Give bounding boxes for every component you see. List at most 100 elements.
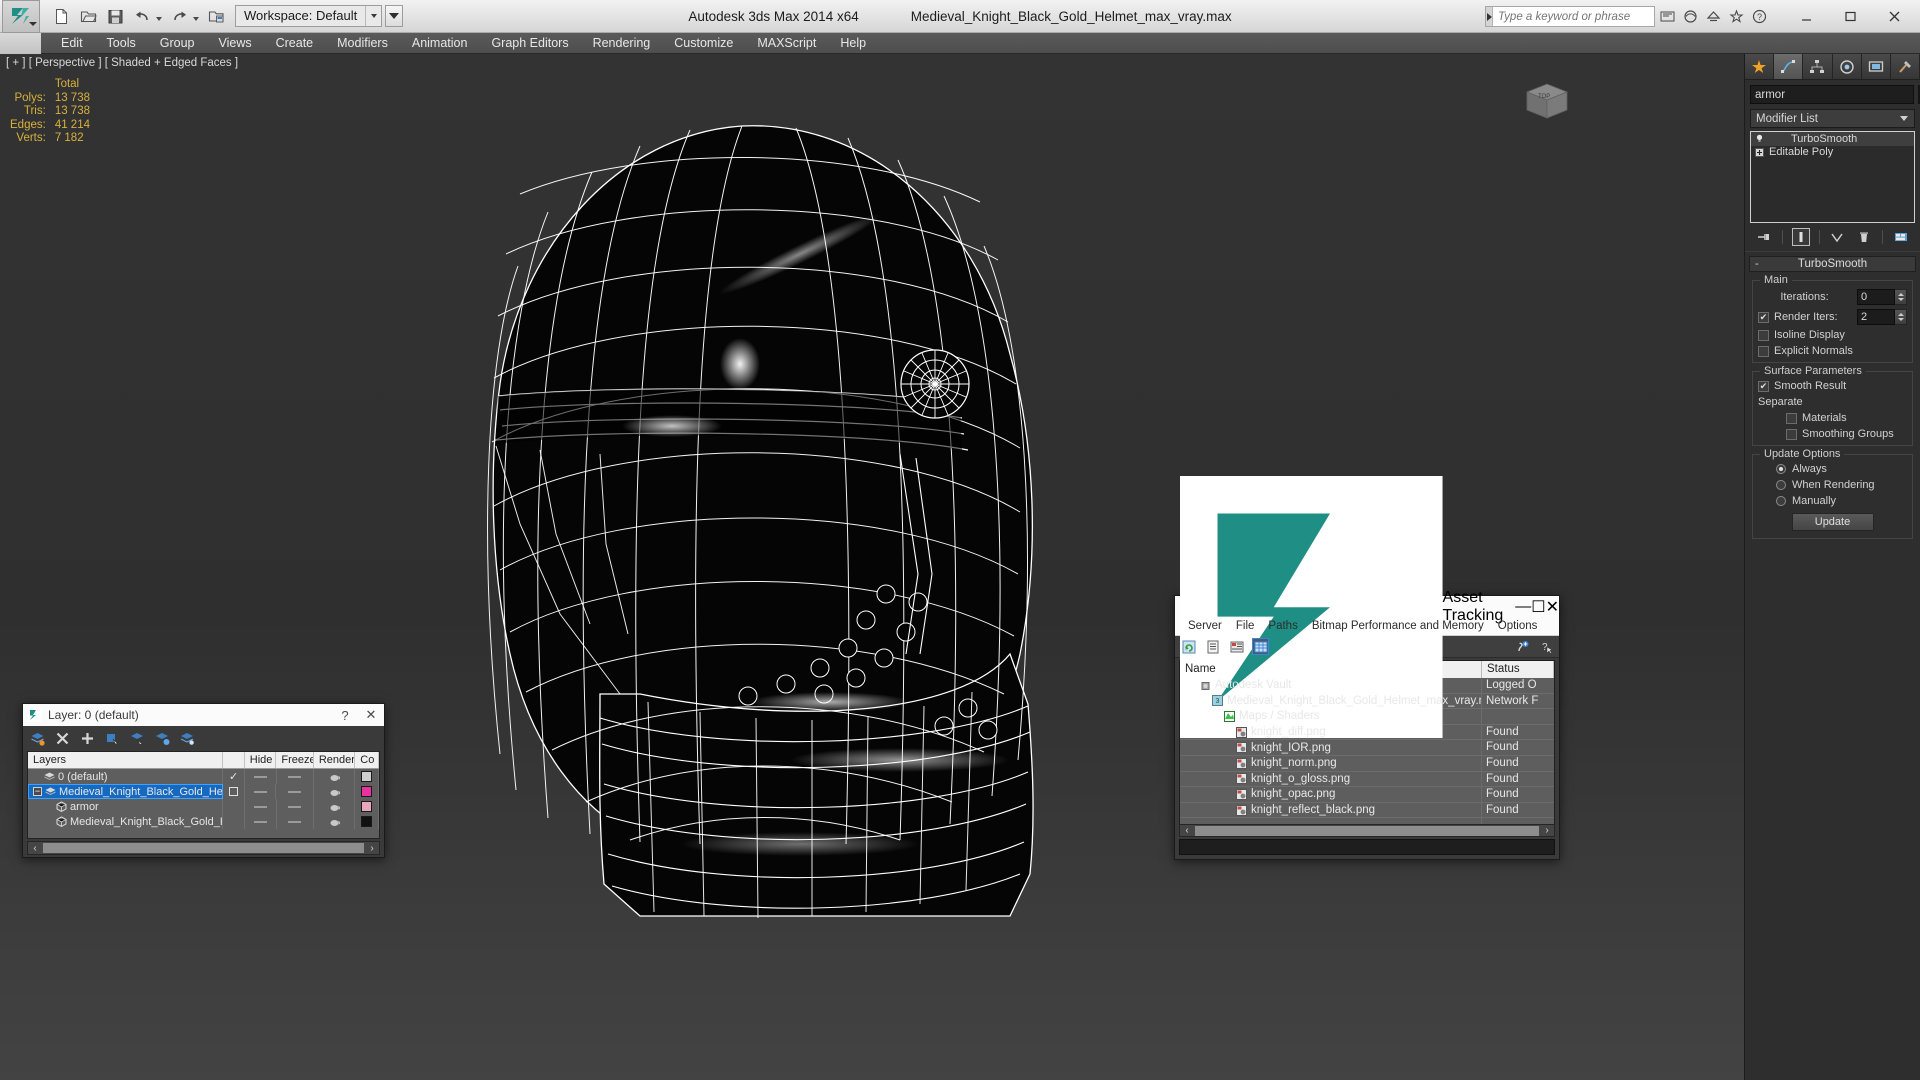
hide-toggle[interactable] — [245, 769, 277, 784]
select-highlighted-objects-button[interactable] — [129, 730, 145, 746]
add-selection-to-layer-button[interactable] — [154, 730, 170, 746]
help-icon[interactable]: ? — [1749, 6, 1770, 27]
layer-dialog-titlebar[interactable]: Layer: 0 (default) ? ✕ — [23, 704, 384, 726]
stack-item-editable-poly[interactable]: Editable Poly — [1751, 146, 1914, 160]
show-end-result-button[interactable] — [1791, 228, 1810, 246]
asset-horizontal-scrollbar[interactable]: ‹ › — [1179, 824, 1555, 837]
maximize-button[interactable]: ☐ — [1531, 597, 1545, 617]
menu-create[interactable]: Create — [264, 33, 326, 53]
freeze-toggle[interactable] — [277, 814, 314, 829]
current-layer-check[interactable]: ✓ — [223, 769, 245, 784]
workspace-dropdown-button[interactable] — [385, 5, 404, 27]
rollout-header[interactable]: - TurboSmooth — [1749, 256, 1916, 272]
object-color-swatch[interactable] — [355, 814, 379, 829]
chevron-down-icon[interactable] — [365, 6, 381, 26]
scroll-left-button[interactable]: ‹ — [28, 842, 42, 854]
table-row[interactable]: knight_opac.png Found — [1180, 787, 1554, 803]
list-view-icon[interactable] — [1204, 638, 1221, 655]
asset-dialog-titlebar[interactable]: Asset Tracking — ☐ ✕ — [1175, 475, 1559, 739]
table-row[interactable]: knight_norm.png Found — [1180, 755, 1554, 772]
explicit-normals-checkbox[interactable] — [1758, 345, 1769, 357]
redo-dropdown-icon[interactable] — [193, 17, 199, 21]
freeze-toggle[interactable] — [276, 784, 314, 799]
iterations-input[interactable] — [1857, 289, 1895, 305]
remove-modifier-button[interactable] — [1855, 228, 1873, 246]
render-toggle[interactable] — [314, 799, 356, 814]
menu-maxscript[interactable]: MAXScript — [745, 33, 828, 53]
isoline-display-row[interactable]: Isoline Display — [1758, 329, 1907, 341]
plus-box-icon[interactable] — [1754, 147, 1764, 157]
materials-row[interactable]: Materials — [1758, 412, 1907, 424]
redo-icon[interactable] — [166, 4, 192, 28]
close-button[interactable]: ✕ — [1546, 597, 1559, 617]
scroll-left-button[interactable]: ‹ — [1180, 825, 1194, 837]
menu-views[interactable]: Views — [206, 33, 263, 53]
table-row[interactable]: 0 (default) ✓ — [28, 769, 379, 784]
render-iters-input[interactable] — [1857, 309, 1895, 325]
workspace-selector[interactable]: Workspace: Default — [235, 5, 383, 27]
close-button[interactable] — [1872, 1, 1916, 32]
autodesk-360-icon[interactable] — [1680, 6, 1701, 27]
smooth-result-row[interactable]: Smooth Result — [1758, 380, 1907, 392]
table-row[interactable]: Autodesk Vault Logged O — [1180, 678, 1554, 694]
scroll-right-button[interactable]: › — [365, 842, 379, 854]
chevron-down-icon[interactable] — [29, 21, 37, 26]
manually-radio[interactable] — [1776, 496, 1786, 506]
scrollbar-thumb[interactable] — [43, 843, 364, 853]
smooth-result-checkbox[interactable] — [1758, 380, 1769, 392]
helmet-wireframe-model[interactable] — [0, 54, 1744, 1080]
explicit-normals-row[interactable]: Explicit Normals — [1758, 345, 1907, 357]
exchange-app-icon[interactable] — [1703, 6, 1724, 27]
set-project-folder-icon[interactable] — [203, 4, 229, 28]
refresh-icon[interactable] — [1180, 638, 1197, 655]
render-toggle[interactable] — [314, 769, 356, 784]
render-toggle[interactable] — [314, 814, 356, 829]
layer-color-swatch[interactable] — [355, 769, 379, 784]
materials-checkbox[interactable] — [1786, 412, 1797, 424]
viewport-label[interactable]: [ + ] [ Perspective ] [ Shaded + Edged F… — [6, 57, 238, 69]
scroll-right-button[interactable]: › — [1540, 825, 1554, 837]
grid-view-icon[interactable] — [1252, 638, 1269, 655]
menu-graph-editors[interactable]: Graph Editors — [479, 33, 580, 53]
help-button[interactable]: ? — [332, 704, 358, 726]
perspective-viewport[interactable]: [ + ] [ Perspective ] [ Shaded + Edged F… — [0, 54, 1744, 1080]
motion-tab[interactable] — [1832, 54, 1862, 79]
modify-tab[interactable] — [1774, 54, 1804, 79]
save-file-icon[interactable] — [102, 4, 128, 28]
always-row[interactable]: Always — [1758, 463, 1907, 475]
undo-icon[interactable] — [129, 4, 155, 28]
freeze-toggle[interactable] — [277, 769, 314, 784]
menu-customize[interactable]: Customize — [662, 33, 745, 53]
when-rendering-row[interactable]: When Rendering — [1758, 479, 1907, 491]
hide-toggle[interactable] — [245, 784, 277, 799]
layer-dialog[interactable]: Layer: 0 (default) ? ✕ Layers Hide Freez… — [22, 703, 385, 858]
manually-row[interactable]: Manually — [1758, 495, 1907, 507]
minimize-button[interactable]: — — [1515, 598, 1531, 616]
detail-view-icon[interactable] — [1228, 638, 1245, 655]
update-button[interactable]: Update — [1791, 513, 1874, 531]
view-cube[interactable]: TOP — [1513, 76, 1579, 128]
configure-modifier-sets-button[interactable] — [1892, 228, 1910, 246]
utilities-tab[interactable] — [1890, 54, 1920, 79]
context-help-icon[interactable]: ? — [1537, 638, 1554, 655]
table-row[interactable]: Maps / Shaders — [1180, 709, 1554, 725]
table-row[interactable]: knight_IOR.png Found — [1180, 740, 1554, 756]
create-new-layer-button[interactable] — [29, 730, 45, 746]
menu-help[interactable]: Help — [828, 33, 878, 53]
add-layer-button[interactable] — [79, 730, 95, 746]
table-row[interactable]: knight_diff.png Found — [1180, 724, 1554, 741]
render-iters-checkbox[interactable] — [1758, 311, 1769, 323]
delete-layer-button[interactable] — [54, 730, 70, 746]
hide-toggle[interactable] — [245, 799, 277, 814]
when-rendering-radio[interactable] — [1776, 480, 1786, 490]
table-row[interactable]: knight_o_gloss.png Found — [1180, 771, 1554, 788]
menu-options[interactable]: Options — [1491, 618, 1545, 635]
set-current-layer-button[interactable] — [179, 730, 195, 746]
smoothing-groups-row[interactable]: Smoothing Groups — [1758, 428, 1907, 440]
hierarchy-tab[interactable] — [1803, 54, 1833, 79]
create-tab[interactable] — [1745, 54, 1775, 79]
object-name-field[interactable] — [1750, 85, 1914, 104]
menu-group[interactable]: Group — [148, 33, 207, 53]
object-color-swatch[interactable] — [355, 799, 379, 814]
search-dropdown-icon[interactable] — [1486, 7, 1493, 26]
